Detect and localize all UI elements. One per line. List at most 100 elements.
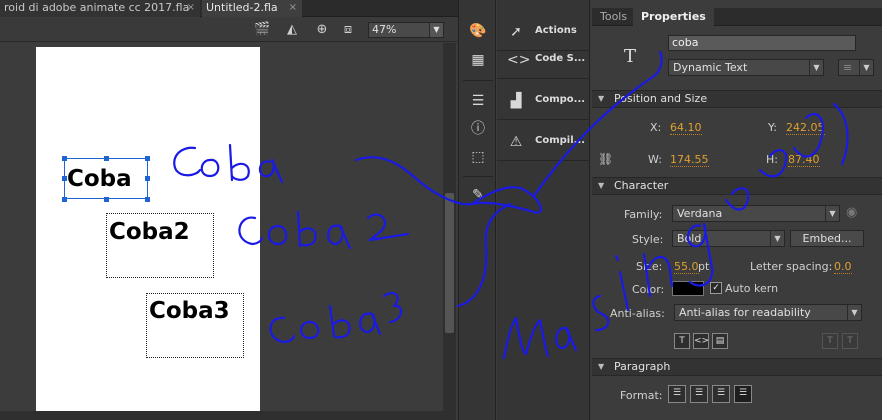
letter-spacing-value[interactable]: 0.0: [834, 260, 852, 274]
transform-handle[interactable]: [104, 156, 109, 161]
font-family-value: Verdana: [677, 207, 723, 220]
brush-icon[interactable]: ✎: [468, 186, 488, 204]
size-label: Size:: [636, 260, 663, 273]
text-tool-icon: T: [624, 46, 637, 67]
style-label: Style:: [632, 233, 664, 246]
x-label: X:: [650, 121, 662, 134]
align-center-button[interactable]: ☰: [690, 385, 708, 403]
panel-item-compiler-errors[interactable]: ⚠ Compil...: [497, 123, 590, 161]
stage-canvas[interactable]: Coba Coba2 Coba3: [36, 47, 260, 411]
instance-name-input[interactable]: coba: [668, 35, 856, 51]
auto-kern-label: Auto kern: [725, 282, 779, 295]
font-family-select[interactable]: Verdana ▼: [672, 205, 840, 222]
panel-dock-icons: 🎨 ▦ ☰ ⓘ ⬚ ✎: [458, 0, 496, 420]
size-value[interactable]: 55.0: [674, 260, 699, 274]
horizontal-scrollbar[interactable]: [0, 411, 456, 420]
w-label: W:: [648, 153, 662, 166]
transform-handle[interactable]: [62, 197, 67, 202]
transform-handle[interactable]: [104, 197, 109, 202]
clapper-icon[interactable]: 🎬: [254, 22, 270, 38]
close-icon[interactable]: ×: [187, 0, 195, 16]
anti-alias-select[interactable]: Anti-alias for readability ▼: [674, 304, 862, 321]
embed-button[interactable]: Embed...: [790, 230, 864, 247]
justify-button[interactable]: ☰: [734, 385, 752, 403]
font-style-select[interactable]: Bold ▼: [672, 230, 785, 247]
stage-text-coba3[interactable]: Coba3: [149, 298, 230, 324]
chevron-down-icon: ▼: [429, 23, 443, 37]
document-tab-label: roid di adobe animate cc 2017.fla: [4, 1, 190, 14]
document-tab-label: Untitled-2.fla: [206, 1, 278, 14]
text-type-value: Dynamic Text: [673, 61, 748, 74]
transform-handle[interactable]: [145, 176, 150, 181]
section-paragraph[interactable]: Paragraph: [592, 358, 882, 376]
align-icon[interactable]: ☰: [468, 92, 488, 110]
collapsed-panel-list: ➚ Actions <> Code S... ▟ Compo... ⚠ Comp…: [497, 0, 590, 420]
close-icon[interactable]: ×: [289, 0, 297, 16]
paint-bucket-icon[interactable]: ◭: [284, 22, 300, 38]
stage-text-coba[interactable]: Coba: [67, 166, 132, 192]
panel-item-code-snippets[interactable]: <> Code S...: [497, 41, 590, 79]
format-label: Format:: [620, 389, 663, 402]
subscript-toggle[interactable]: T: [842, 333, 858, 349]
zoom-select[interactable]: 47% ▼: [368, 22, 444, 38]
x-value[interactable]: 64.10: [670, 121, 702, 135]
h-label: H:: [766, 153, 778, 166]
transform-handle[interactable]: [145, 197, 150, 202]
code-snippets-icon: <>: [507, 52, 531, 68]
color-label: Color:: [632, 283, 665, 296]
section-character[interactable]: Character: [592, 177, 882, 195]
tab-tools[interactable]: Tools: [592, 8, 635, 26]
panel-item-label: Compil...: [535, 135, 586, 146]
text-color-swatch[interactable]: [672, 281, 704, 296]
anti-alias-label: Anti-alias:: [610, 307, 665, 320]
panel-tabs: Tools Properties: [592, 8, 882, 26]
transform-handle[interactable]: [62, 156, 67, 161]
anti-alias-value: Anti-alias for readability: [679, 306, 811, 319]
panel-item-components[interactable]: ▟ Compo...: [497, 82, 590, 120]
document-tab-1[interactable]: roid di adobe animate cc 2017.fla ×: [0, 0, 200, 17]
y-value[interactable]: 242.05: [786, 121, 825, 135]
selectable-text-toggle[interactable]: T: [674, 333, 690, 349]
font-style-value: Bold: [677, 232, 702, 245]
panel-item-label: Compo...: [535, 94, 586, 105]
info-icon[interactable]: ⓘ: [468, 120, 488, 138]
orientation-icon: ≡: [843, 61, 853, 74]
compiler-errors-icon: ⚠: [509, 134, 523, 150]
align-left-button[interactable]: ☰: [668, 385, 686, 403]
text-type-select[interactable]: Dynamic Text ▼: [668, 59, 824, 76]
animate-window: roid di adobe animate cc 2017.fla × Unti…: [0, 0, 882, 420]
chevron-down-icon: ▼: [770, 231, 784, 246]
size-unit: pt: [698, 260, 710, 273]
document-tab-bar: roid di adobe animate cc 2017.fla × Unti…: [0, 0, 458, 17]
chevron-down-icon: ▼: [847, 305, 861, 320]
link-icon[interactable]: ⛓: [598, 152, 613, 166]
chevron-down-icon: ▼: [859, 60, 873, 75]
render-html-toggle[interactable]: <>: [693, 333, 709, 349]
stage-area[interactable]: Coba Coba2 Coba3: [0, 43, 443, 411]
center-stage-icon[interactable]: ⊕: [314, 22, 330, 38]
h-value[interactable]: 87.40: [788, 153, 820, 167]
palette-icon[interactable]: 🎨: [468, 22, 488, 40]
align-right-button[interactable]: ☰: [712, 385, 730, 403]
y-label: Y:: [768, 121, 777, 134]
auto-kern-checkbox[interactable]: ✓: [710, 282, 722, 294]
text-orientation-select[interactable]: ≡ ▼: [838, 59, 874, 76]
clip-icon[interactable]: ⧈: [340, 22, 356, 38]
transform-icon[interactable]: ⬚: [468, 148, 488, 166]
vertical-scrollbar[interactable]: [443, 43, 456, 411]
letter-spacing-label: Letter spacing:: [750, 260, 833, 273]
family-label: Family:: [624, 208, 663, 221]
stage-text-coba2[interactable]: Coba2: [109, 219, 190, 245]
superscript-toggle[interactable]: T: [822, 333, 838, 349]
scrollbar-thumb[interactable]: [445, 193, 454, 333]
show-border-toggle[interactable]: ▤: [712, 333, 728, 349]
chevron-down-icon: ▼: [809, 60, 823, 75]
section-position-size[interactable]: Position and Size: [592, 90, 882, 108]
panel-item-label: Code S...: [535, 53, 586, 64]
document-tab-2[interactable]: Untitled-2.fla ×: [202, 0, 302, 17]
w-value[interactable]: 174.55: [670, 153, 709, 167]
grid-icon[interactable]: ▦: [468, 51, 488, 69]
tab-properties[interactable]: Properties: [633, 8, 714, 26]
transform-handle[interactable]: [145, 156, 150, 161]
font-warning-icon: ◉: [846, 205, 858, 220]
